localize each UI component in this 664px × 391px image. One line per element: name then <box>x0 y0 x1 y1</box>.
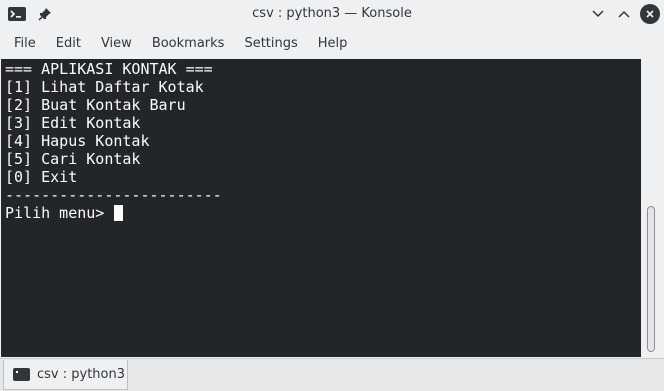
terminal-line: [1] Lihat Daftar Kotak <box>5 78 204 96</box>
menu-help[interactable]: Help <box>308 31 358 57</box>
terminal-line: [5] Cari Kontak <box>5 150 141 168</box>
scrollbar-thumb[interactable] <box>647 206 655 352</box>
menu-edit[interactable]: Edit <box>46 31 91 57</box>
terminal-line: [0] Exit <box>5 168 78 186</box>
maximize-button[interactable] <box>614 4 634 24</box>
tab-csv-python3[interactable]: csv : python3 <box>3 360 128 390</box>
title-bar: csv : python3 — Konsole <box>0 0 664 29</box>
terminal-line: [2] Buat Kontak Baru <box>5 96 186 114</box>
menu-bookmarks[interactable]: Bookmarks <box>142 31 235 57</box>
terminal-icon <box>13 368 30 381</box>
terminal-output[interactable]: === APLIKASI KONTAK === [1] Lihat Daftar … <box>1 59 641 357</box>
chevron-up-icon <box>618 10 630 18</box>
terminal-line: ------------------------ <box>5 186 222 204</box>
terminal-prompt-line: Pilih menu> <box>5 204 222 222</box>
text-cursor <box>114 205 124 221</box>
window-title: csv : python3 — Konsole <box>252 6 412 21</box>
menu-settings[interactable]: Settings <box>234 31 307 57</box>
menu-file[interactable]: File <box>4 31 46 57</box>
close-icon <box>646 10 654 18</box>
terminal-line: [4] Hapus Kontak <box>5 132 150 150</box>
terminal-text: === APLIKASI KONTAK === [1] Lihat Daftar … <box>5 60 222 222</box>
terminal-line: [3] Edit Kontak <box>5 114 141 132</box>
tab-label: csv : python3 <box>37 367 126 382</box>
close-button[interactable] <box>640 4 660 24</box>
menu-view[interactable]: View <box>91 31 142 57</box>
tab-bar: csv : python3 <box>0 358 664 391</box>
terminal-line: === APLIKASI KONTAK === <box>5 60 213 78</box>
chevron-down-icon <box>592 10 604 18</box>
terminal-prompt: Pilih menu> <box>5 204 114 222</box>
menu-bar: File Edit View Bookmarks Settings Help <box>0 31 664 57</box>
minimize-button[interactable] <box>588 4 608 24</box>
scrollbar[interactable] <box>641 59 663 357</box>
